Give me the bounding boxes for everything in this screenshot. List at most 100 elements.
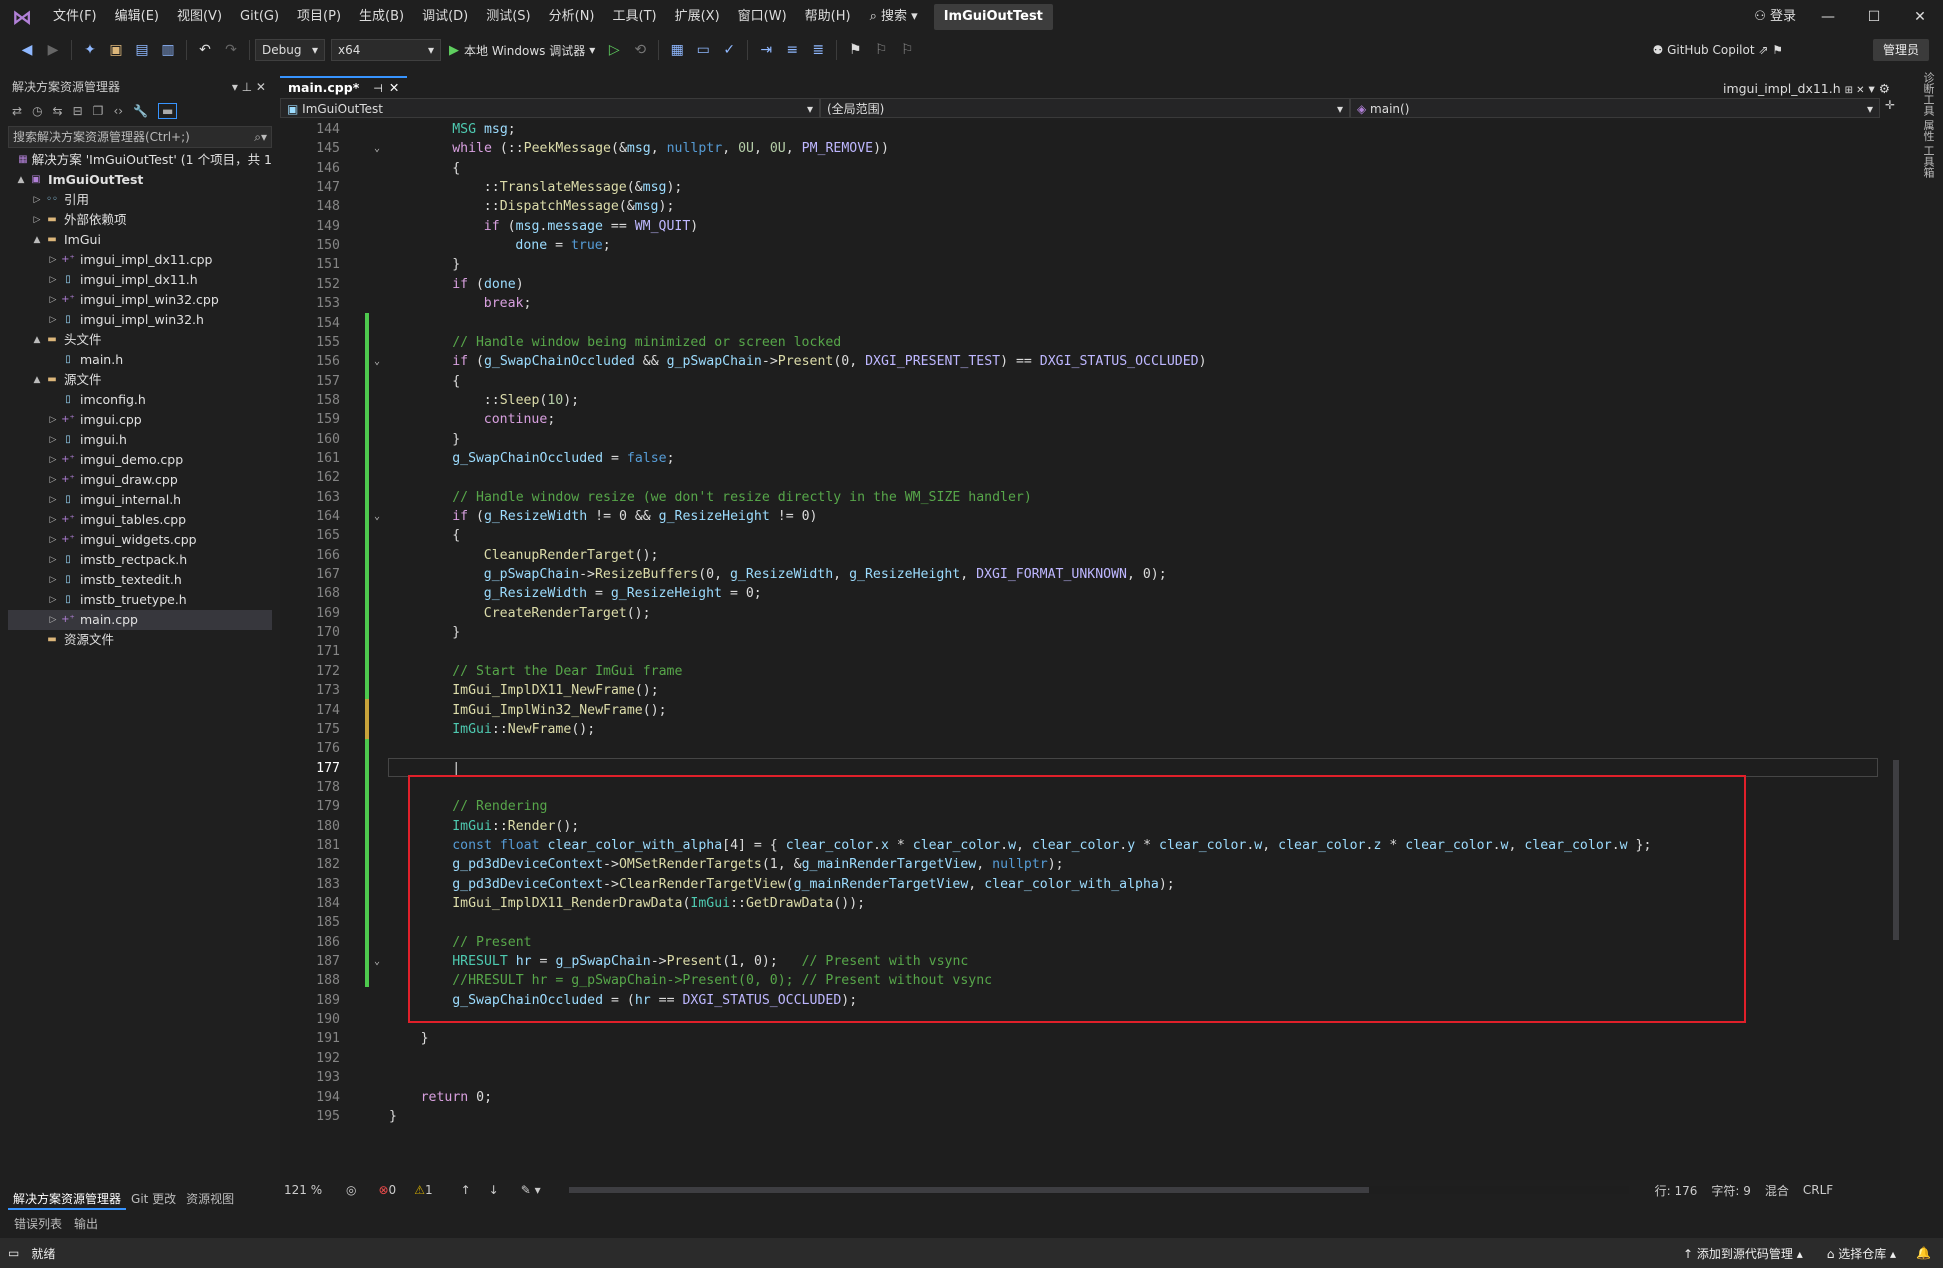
tree-item[interactable]: ▷ +⁺ imgui_impl_dx11.cpp [8, 250, 272, 270]
menu-item[interactable]: Git(G) [231, 0, 288, 34]
warning-icon[interactable]: ⚠ [414, 1183, 425, 1197]
tree-item[interactable]: ▷ +⁺ imgui_impl_win32.cpp [8, 290, 272, 310]
menu-item[interactable]: 生成(B) [350, 0, 413, 34]
expand-caret-icon[interactable]: ▷ [46, 410, 60, 430]
expand-caret-icon[interactable]: ▲ [30, 230, 44, 250]
tree-item[interactable]: ▯ imconfig.h [8, 390, 272, 410]
undo-icon[interactable]: ↶ [194, 39, 216, 61]
tree-item[interactable]: ▬ 资源文件 [8, 630, 272, 650]
code-area[interactable]: 144 MSG msg; 145 ⌄ while (::PeekMessage(&msg… [280, 120, 1900, 1180]
expand-caret-icon[interactable]: ▷ [30, 190, 44, 210]
github-copilot-button[interactable]: ⚉ GitHub Copilot ⇗ ⚑ [1653, 39, 1783, 61]
expand-caret-icon[interactable]: ▷ [46, 290, 60, 310]
tree-item[interactable]: ▷ +⁺ imgui_widgets.cpp [8, 530, 272, 550]
right-tool-strip[interactable]: 诊断工具 属性 工具箱 [1916, 72, 1936, 178]
select-repo-button[interactable]: ⌂ 选择仓库 ▴ [1827, 1245, 1896, 1262]
expand-caret-icon[interactable]: ▷ [46, 430, 60, 450]
back-icon[interactable]: ◀ [16, 39, 38, 61]
expand-caret-icon[interactable]: ▷ [46, 530, 60, 550]
indent-mode[interactable]: 混合 [1765, 1182, 1789, 1199]
expand-caret-icon[interactable]: ▷ [46, 450, 60, 470]
menu-item[interactable]: 帮助(H) [796, 0, 860, 34]
tree-item[interactable]: ▷ ▯ imstb_textedit.h [8, 570, 272, 590]
output-tab[interactable]: 输出 [68, 1214, 104, 1234]
menu-item[interactable]: 扩展(X) [666, 0, 729, 34]
fold-chevron-icon[interactable]: ⌄ [374, 507, 380, 526]
platform-select[interactable]: x64 ▾ [331, 39, 441, 61]
fold-chevron-icon[interactable]: ⌄ [374, 952, 380, 971]
expand-caret-icon[interactable]: ▷ [46, 470, 60, 490]
step-icon[interactable]: ⇥ [755, 39, 777, 61]
expand-caret-icon[interactable]: ▷ [46, 250, 60, 270]
member-dropdown[interactable]: ◈ main() ▾ [1350, 98, 1880, 118]
down-arrow-icon[interactable]: ↓ [489, 1183, 499, 1197]
save-all-icon[interactable]: ▥ [157, 39, 179, 61]
split-icon[interactable]: ✛ [1880, 98, 1900, 118]
tree-item[interactable]: ▲ ▬ 源文件 [8, 370, 272, 390]
fold-chevron-icon[interactable]: ⌄ [374, 352, 380, 371]
tree-item[interactable]: ▷ +⁺ imgui_draw.cpp [8, 470, 272, 490]
fold-chevron-icon[interactable]: ⌄ [374, 139, 380, 158]
tree-item[interactable]: ▲ ▬ 头文件 [8, 330, 272, 350]
spellcheck-icon[interactable]: ✓ [718, 39, 740, 61]
expand-caret-icon[interactable]: ▷ [46, 610, 60, 630]
menu-item[interactable]: 窗口(W) [729, 0, 796, 34]
next-bookmark-icon[interactable]: ⚐ [896, 39, 918, 61]
expand-caret-icon[interactable]: ▷ [46, 550, 60, 570]
expand-caret-icon[interactable]: ▲ [30, 330, 44, 350]
tree-item[interactable]: ▷ +⁺ imgui_demo.cpp [8, 450, 272, 470]
sync-icon[interactable]: ⇄ [12, 104, 22, 118]
up-arrow-icon[interactable]: ↑ [461, 1183, 471, 1197]
preview-icon[interactable]: ▬ [158, 103, 178, 119]
tree-item[interactable]: ▦ 解决方案 'ImGuiOutTest' (1 个项目，共 1 [8, 150, 272, 170]
vertical-scrollbar[interactable] [1892, 120, 1900, 1180]
menu-item[interactable]: 测试(S) [477, 0, 539, 34]
tree-item[interactable]: ▷ ▬ 外部依赖项 [8, 210, 272, 230]
tree-item[interactable]: ▷ +⁺ imgui.cpp [8, 410, 272, 430]
menu-item[interactable]: 编辑(E) [106, 0, 168, 34]
pin-icon[interactable]: ⊣ [373, 82, 383, 95]
tree-item[interactable]: ▷ ▯ imstb_rectpack.h [8, 550, 272, 570]
browser-icon[interactable]: ▦ [666, 39, 688, 61]
expand-caret-icon[interactable]: ▷ [46, 270, 60, 290]
tree-item[interactable]: ▲ ▬ ImGui [8, 230, 272, 250]
new-project-icon[interactable]: ✦ [79, 39, 101, 61]
notification-icon[interactable]: 🔔 [1916, 1246, 1931, 1260]
menu-item[interactable]: 视图(V) [168, 0, 231, 34]
save-icon[interactable]: ▤ [131, 39, 153, 61]
menu-item[interactable]: 文件(F) [44, 0, 106, 34]
login-button[interactable]: ⚇ 登录 [1745, 0, 1805, 34]
expand-caret-icon[interactable]: ▷ [46, 510, 60, 530]
search-button[interactable]: ⌕ 搜索 ▾ [860, 0, 928, 34]
scope-dropdown[interactable]: (全局范围) ▾ [820, 98, 1350, 118]
prev-bookmark-icon[interactable]: ⚐ [870, 39, 892, 61]
expand-caret-icon[interactable]: ▷ [46, 490, 60, 510]
close-icon[interactable]: ✕ [389, 80, 399, 95]
solution-tab[interactable]: 资源视图 [181, 1188, 239, 1210]
comment-icon[interactable]: ≡ [781, 39, 803, 61]
tree-item[interactable]: ▷ ▯ imgui.h [8, 430, 272, 450]
error-icon[interactable]: ⊗ [378, 1183, 388, 1197]
horizontal-scrollbar[interactable] [568, 1186, 1629, 1194]
uncomment-icon[interactable]: ≣ [807, 39, 829, 61]
line-ending[interactable]: CRLF [1803, 1183, 1833, 1197]
tree-item[interactable]: ▯ main.h [8, 350, 272, 370]
menu-item[interactable]: 项目(P) [288, 0, 350, 34]
expand-caret-icon[interactable]: ▷ [46, 590, 60, 610]
output-tab[interactable]: 错误列表 [8, 1214, 68, 1234]
configuration-select[interactable]: Debug ▾ [255, 39, 325, 61]
bookmark-icon[interactable]: ⚑ [844, 39, 866, 61]
expand-caret-icon[interactable]: ▷ [46, 570, 60, 590]
hot-reload-icon[interactable]: ⟲ [629, 39, 651, 61]
zoom-select[interactable]: 121 % [280, 1183, 328, 1197]
start-debug-button[interactable]: ▶ 本地 Windows 调试器 ▾ [449, 42, 595, 59]
tree-item[interactable]: ▷ +⁺ imgui_tables.cpp [8, 510, 272, 530]
minimize-button[interactable]: — [1805, 0, 1851, 34]
layout-icon[interactable]: ▭ [692, 39, 714, 61]
start-without-debug-icon[interactable]: ▷ [603, 39, 625, 61]
expand-caret-icon[interactable]: ▷ [30, 210, 44, 230]
tree-item[interactable]: ▷ ▯ imgui_impl_dx11.h [8, 270, 272, 290]
switch-view-icon[interactable]: ⇆ [53, 104, 63, 118]
tab-imgui-impl-dx11-h[interactable]: imgui_impl_dx11.h ⊞ ✕ ▾ ⚙ [1713, 81, 1900, 96]
copy-icon[interactable]: ❐ [93, 104, 104, 118]
